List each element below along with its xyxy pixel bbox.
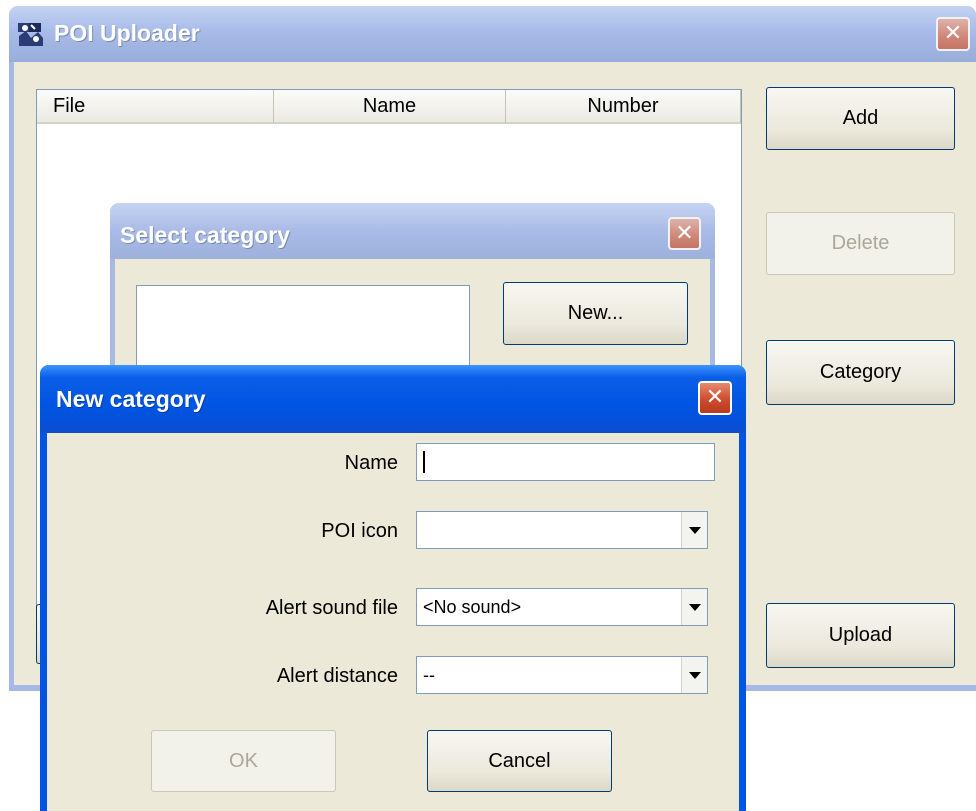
select-category-close-button[interactable]: ✕	[668, 217, 701, 250]
cancel-button[interactable]: Cancel	[427, 730, 612, 792]
category-button[interactable]: Category	[766, 340, 955, 405]
name-label: Name	[344, 452, 398, 474]
close-icon: ✕	[943, 21, 963, 46]
new-category-button[interactable]: New...	[503, 282, 688, 345]
main-window-title: POI Uploader	[54, 20, 200, 46]
dropdown-arrow-icon[interactable]	[681, 512, 707, 548]
alert-sound-select[interactable]: <No sound>	[416, 588, 708, 626]
column-header-number[interactable]: Number	[506, 90, 741, 124]
column-header-file[interactable]: File	[37, 90, 274, 124]
ok-button-label: OK	[229, 749, 258, 772]
column-header-label: File	[53, 94, 86, 117]
poi-icon-select[interactable]	[416, 511, 708, 549]
close-icon: ✕	[675, 221, 694, 246]
column-header-label: Name	[362, 94, 417, 117]
select-category-title: Select category	[120, 222, 291, 248]
category-button-label: Category	[819, 361, 902, 383]
new-category-title: New category	[56, 386, 206, 412]
alert-sound-value: <No sound>	[423, 596, 522, 617]
add-button-label: Add	[842, 107, 879, 129]
alert-distance-value: --	[423, 664, 435, 685]
delete-button-label: Delete	[831, 232, 890, 254]
add-button[interactable]: Add	[766, 87, 955, 150]
close-icon: ✕	[705, 385, 725, 410]
delete-button[interactable]: Delete	[766, 212, 955, 275]
text-caret	[423, 451, 425, 473]
dropdown-arrow-icon[interactable]	[681, 657, 707, 693]
column-header-name[interactable]: Name	[274, 90, 506, 124]
name-input[interactable]	[416, 443, 715, 481]
new-button-label: New...	[567, 302, 624, 324]
app-icon	[18, 23, 43, 46]
alert-distance-label: Alert distance	[276, 665, 398, 687]
ok-button[interactable]: OK	[151, 730, 336, 792]
column-header-label: Number	[587, 94, 659, 117]
poi-icon-label: POI icon	[321, 520, 398, 542]
new-category-close-button[interactable]: ✕	[698, 381, 732, 415]
upload-button-label: Upload	[828, 624, 893, 646]
alert-sound-label: Alert sound file	[265, 597, 398, 619]
dropdown-arrow-icon[interactable]	[681, 589, 707, 625]
cancel-button-label: Cancel	[488, 749, 551, 772]
main-close-button[interactable]: ✕	[936, 17, 970, 51]
alert-distance-select[interactable]: --	[416, 656, 708, 694]
upload-button[interactable]: Upload	[766, 603, 955, 668]
